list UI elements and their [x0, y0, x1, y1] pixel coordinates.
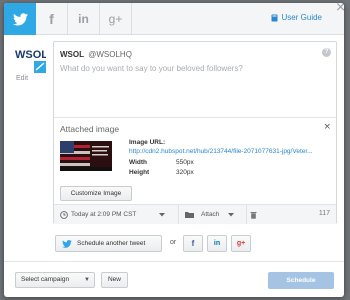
chevron-down-icon: [228, 212, 235, 216]
account-handle: @WSOLHQ: [88, 50, 132, 59]
schedule-another-tweet-label: Schedule another tweet: [77, 240, 146, 247]
width-value: 550px: [176, 159, 194, 166]
trash-icon: [250, 211, 257, 219]
google-plus-icon: g+: [236, 240, 246, 247]
attached-image-thumbnail: [60, 141, 112, 171]
image-url-label: Image URL:: [129, 139, 166, 146]
attached-image-panel: Attached image × Image URL: http://cdn2.…: [54, 117, 336, 203]
add-google-plus-post-button[interactable]: g+: [231, 235, 251, 252]
or-label: or: [170, 239, 177, 246]
customize-image-button[interactable]: Customize Image: [60, 186, 132, 201]
schedule-time-label: Today at 2:09 PM CST: [71, 211, 137, 218]
book-icon: [271, 14, 278, 21]
edit-avatar-link[interactable]: Edit: [16, 75, 28, 82]
composer-toolbar: Today at 2:09 PM CST Attach 117: [54, 204, 336, 224]
character-count: 117: [318, 210, 330, 217]
wsol-logo: WSOL: [14, 45, 48, 73]
toolbar-divider: [246, 205, 247, 224]
attach-label: Attach: [201, 211, 220, 218]
close-modal-button[interactable]: ×: [335, 3, 344, 14]
twitter-icon: [12, 12, 28, 25]
user-guide-label: User Guide: [281, 13, 322, 22]
attach-menu[interactable]: Attach: [185, 205, 235, 224]
flag-image: [60, 141, 112, 171]
schedule-another-tweet-button[interactable]: Schedule another tweet: [55, 235, 162, 252]
new-campaign-button[interactable]: New: [101, 272, 128, 288]
folder-icon: [185, 212, 194, 218]
help-icon[interactable]: ?: [322, 48, 331, 57]
remove-attachment-button[interactable]: ×: [323, 122, 331, 132]
clock-icon: [60, 210, 68, 219]
add-linkedin-post-button[interactable]: in: [207, 235, 227, 252]
tab-twitter[interactable]: [4, 3, 36, 35]
campaign-select[interactable]: Select campaign ▼: [15, 272, 95, 288]
facebook-icon: f: [49, 11, 54, 27]
composer-box[interactable]: WSOL @WSOLHQ ? What do you want to say t…: [53, 41, 337, 224]
chevron-down-icon: ▼: [84, 277, 90, 283]
user-guide-link[interactable]: User Guide: [271, 13, 322, 22]
twitter-icon: [62, 239, 72, 248]
width-label: Width: [129, 159, 147, 166]
modal-footer: Select campaign ▼ New Schedule: [4, 261, 344, 297]
schedule-button[interactable]: Schedule: [268, 272, 334, 289]
avatar[interactable]: WSOL: [14, 45, 48, 73]
tab-linkedin[interactable]: in: [68, 3, 100, 35]
add-facebook-post-button[interactable]: f: [183, 235, 203, 252]
image-url-link[interactable]: http://cdn2.hubspot.net/hub/213744/file-…: [129, 148, 333, 155]
linkedin-icon: in: [78, 12, 89, 26]
schedule-time-picker[interactable]: Today at 2:09 PM CST: [60, 205, 166, 224]
facebook-icon: f: [191, 239, 195, 248]
linkedin-icon: in: [213, 240, 221, 247]
delete-button[interactable]: [250, 205, 257, 224]
compose-modal: f in g+ User Guide × WSOL Edit WSOL @WSO…: [4, 3, 344, 297]
network-tabbar: f in g+ User Guide: [4, 3, 344, 35]
campaign-select-value: Select campaign: [21, 276, 70, 283]
toolbar-divider: [178, 205, 179, 224]
chevron-down-icon: [159, 212, 166, 216]
height-label: Height: [129, 169, 150, 176]
tab-facebook[interactable]: f: [36, 3, 68, 35]
height-value: 320px: [176, 169, 194, 176]
account-name: WSOL: [60, 50, 84, 59]
message-placeholder[interactable]: What do you want to say to your beloved …: [60, 64, 243, 73]
tab-google-plus[interactable]: g+: [100, 3, 132, 35]
account-line: WSOL @WSOLHQ: [60, 50, 132, 59]
attached-image-title: Attached image: [60, 124, 120, 134]
svg-text:WSOL: WSOL: [15, 49, 46, 61]
google-plus-icon: g+: [108, 12, 123, 26]
